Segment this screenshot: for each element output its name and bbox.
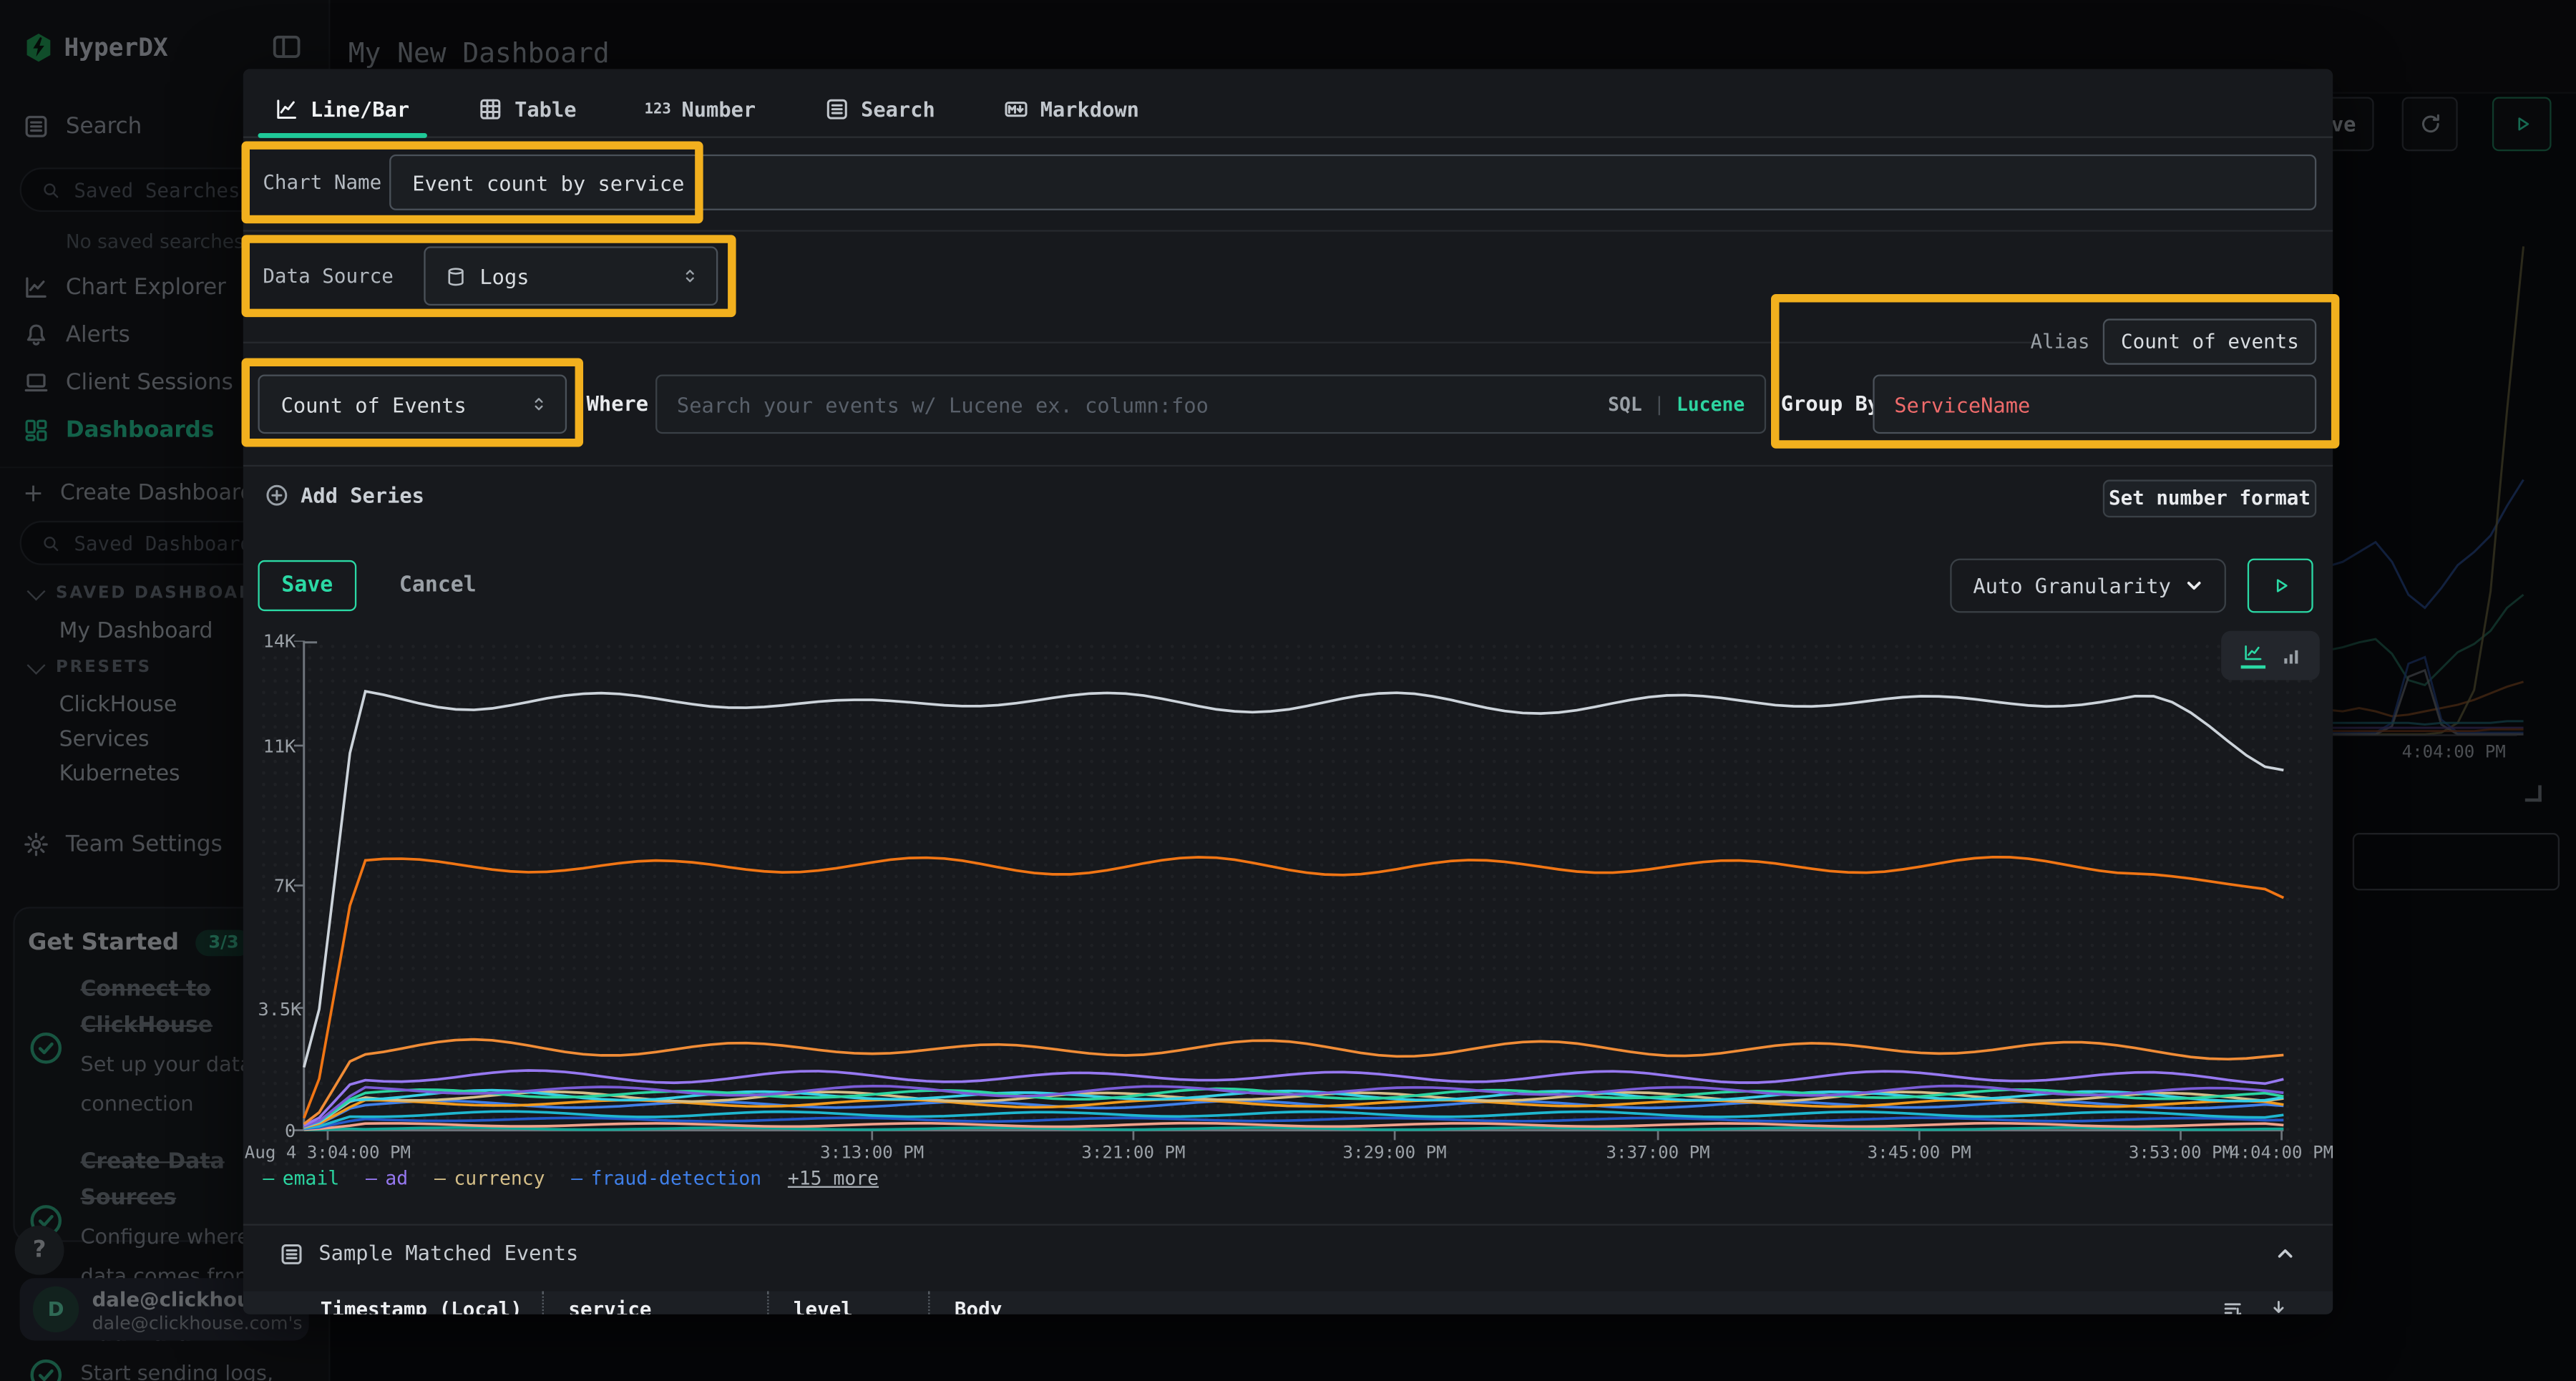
legend-swatch: — (263, 1166, 274, 1189)
events-column-header[interactable]: service (542, 1292, 768, 1314)
add-series-button[interactable]: Add Series (265, 483, 424, 507)
run-query-button[interactable] (2248, 559, 2313, 613)
x-axis-tick: 4:04:00 PM (2230, 1143, 2333, 1163)
y-axis-tick: 11K (258, 736, 296, 757)
alias-label: Alias (1952, 318, 2090, 364)
divider (243, 465, 2333, 467)
legend-swatch: — (434, 1166, 446, 1189)
x-axis-tick: 3:29:00 PM (1343, 1143, 1447, 1163)
bar-chart-icon[interactable] (2280, 645, 2301, 666)
data-source-label: Data Source (263, 246, 393, 306)
where-label: Where (587, 374, 648, 434)
y-axis-tick: 3.5K (258, 998, 296, 1020)
x-axis-tick: Aug 4 3:04:00 PM (245, 1143, 411, 1163)
chart-name-input[interactable]: Event count by service (389, 155, 2316, 210)
active-tab-underline (258, 133, 426, 138)
tab-markdown[interactable]: Markdown (987, 82, 1156, 137)
tabs-track (243, 137, 2333, 138)
where-search-input[interactable]: Search your events w/ Lucene ex. column:… (655, 374, 1766, 434)
legend-item-fraud-detection[interactable]: —fraud-detection (571, 1166, 761, 1189)
events-table-header: Timestamp (Local)servicelevelBody (243, 1292, 2333, 1314)
chart-series-line (304, 1092, 2284, 1127)
chevron-down-icon (2183, 575, 2205, 597)
y-axis-tick: 7K (258, 876, 296, 897)
save-button[interactable]: Save (258, 560, 356, 611)
markdown-icon (1004, 97, 1028, 121)
main-chart: 03.5K7K11K14K Aug 4 3:04:00 PM3:13:00 PM… (258, 640, 2318, 1183)
tab-search[interactable]: Search (809, 82, 952, 137)
tab-number[interactable]: 123Number (629, 82, 772, 137)
chart-editor-modal: Line/Bar Table 123Number Search Markdown Cha… (243, 69, 2333, 1314)
events-column-header[interactable]: Body (928, 1292, 1002, 1314)
screen: HyperDX Search Saved Searches No saved s… (0, 0, 2576, 1381)
data-source-select[interactable]: Logs (424, 246, 718, 306)
download-icon[interactable] (2267, 1298, 2290, 1314)
language-toggle-separator: | (1642, 393, 1677, 416)
alias-input[interactable]: Count of events (2103, 318, 2316, 364)
play-icon (2270, 575, 2291, 597)
sample-events-title: Sample Matched Events (318, 1239, 578, 1268)
tab-table[interactable]: Table (462, 82, 593, 137)
chart-legend: —email —ad —currency —fraud-detection +15 mo… (263, 1166, 879, 1189)
cancel-button[interactable]: Cancel (399, 560, 477, 611)
where-placeholder: Search your events w/ Lucene ex. column:… (677, 392, 1608, 416)
legend-item-email[interactable]: —email (263, 1166, 339, 1189)
collapse-chevron-up-icon[interactable] (2274, 1242, 2297, 1265)
legend-item-ad[interactable]: —ad (366, 1166, 408, 1189)
filter-icon[interactable] (2221, 1298, 2244, 1314)
y-axis-tick: 14K (258, 631, 296, 653)
language-toggle-lucene[interactable]: Lucene (1677, 393, 1745, 416)
plus-circle-icon (265, 483, 289, 507)
divider (243, 1224, 2333, 1225)
line-chart-icon[interactable] (2240, 643, 2264, 669)
events-column-header[interactable]: Timestamp (Local) (321, 1292, 542, 1314)
updown-chevrons-icon (529, 394, 549, 414)
database-icon (445, 265, 467, 287)
language-toggle-sql[interactable]: SQL (1608, 393, 1642, 416)
divider (243, 230, 2333, 231)
aggregation-select[interactable]: Count of Events (258, 374, 567, 434)
set-number-format-button[interactable]: Set number format (2103, 479, 2316, 517)
legend-item-currency[interactable]: —currency (434, 1166, 545, 1189)
table-icon (479, 97, 503, 121)
x-axis-tick: 3:13:00 PM (820, 1143, 924, 1163)
legend-swatch: — (571, 1166, 582, 1189)
events-column-header[interactable]: level (767, 1292, 928, 1314)
modal-tabs: Line/Bar Table 123Number Search Markdown (258, 82, 1155, 137)
granularity-select[interactable]: Auto Granularity (1950, 559, 2226, 613)
x-axis-tick: 3:53:00 PM (2129, 1143, 2233, 1163)
x-axis-tick: 3:21:00 PM (1081, 1143, 1185, 1163)
x-axis-tick: 3:37:00 PM (1606, 1143, 1710, 1163)
legend-more-link[interactable]: +15 more (788, 1166, 879, 1189)
x-axis-tick: 3:45:00 PM (1868, 1143, 1971, 1163)
legend-swatch: — (366, 1166, 377, 1189)
divider (243, 342, 2032, 343)
updown-chevrons-icon (680, 266, 701, 286)
tab-line-bar[interactable]: Line/Bar (258, 82, 426, 137)
group-by-label: Group By (1781, 374, 1880, 434)
list-icon (279, 1242, 303, 1267)
group-by-input[interactable]: ServiceName (1873, 374, 2316, 434)
linebar-icon (274, 97, 298, 121)
y-axis-tick: 0 (258, 1121, 296, 1142)
chart-series-line (304, 691, 2284, 1068)
chart-name-label: Chart Name (263, 155, 381, 210)
chart-type-toggle (2221, 631, 2320, 680)
logs-icon (825, 97, 849, 121)
